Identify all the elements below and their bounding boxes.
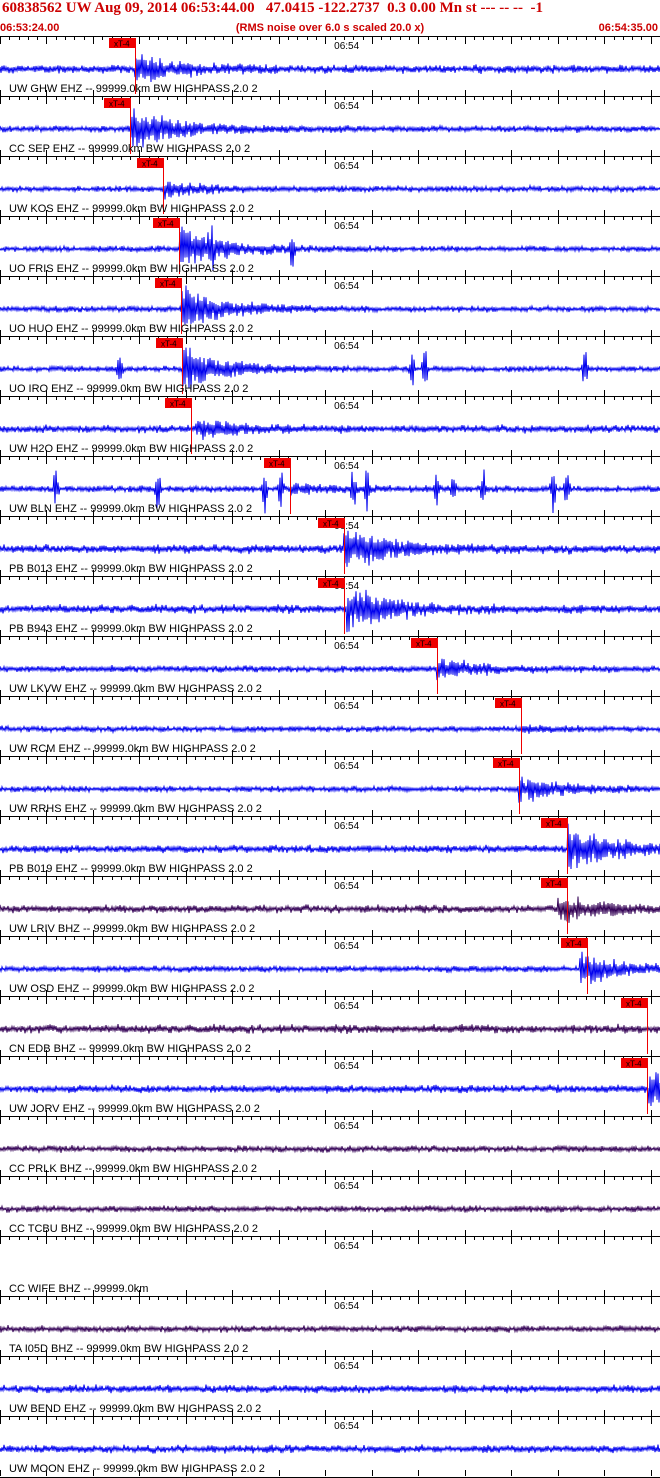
pick-label: xT-4	[498, 760, 514, 769]
minute-label: 06:54	[334, 41, 359, 52]
pick-label: xT-4	[170, 400, 186, 409]
waveform-trace	[0, 1144, 660, 1154]
pick-label: xT-4	[114, 40, 130, 49]
minute-label: 06:54	[334, 941, 359, 952]
station-label: TA I05D BHZ -- 99999.0km BW HIGHPASS 2.0…	[9, 1343, 248, 1355]
station-label: UW GHW EHZ -- 99999.0km BW HIGHPASS 2.0 …	[9, 83, 258, 95]
waveform-trace	[0, 181, 660, 200]
plot-header: 60838562 UW Aug 09, 2014 06:53:44.00 47.…	[0, 0, 660, 36]
station-label: UW BLN EHZ -- 99999.0km BW HIGHPASS 2.0 …	[9, 503, 252, 515]
minute-label: 06:54	[334, 401, 359, 412]
pick-label: xT-4	[158, 220, 174, 229]
minute-label: 06:54	[334, 281, 359, 292]
minute-label: 06:54	[334, 701, 359, 712]
waveform-trace	[0, 420, 660, 441]
waveform-trace	[0, 1384, 660, 1394]
station-label: PB B943 EHZ -- 99999.0km BW HIGHPASS 2.0…	[9, 623, 253, 635]
seismogram-plot: 06:54 xT-4 UW GHW EHZ -- 99999.0km BW HIGH…	[0, 36, 660, 1478]
station-label: CC SEP EHZ -- 99999.0km BW HIGHPASS 2.0 …	[9, 143, 250, 155]
waveform-trace	[0, 776, 660, 803]
minute-label: 06:54	[334, 161, 359, 172]
minute-label: 06:54	[334, 1001, 359, 1012]
waveform-trace	[0, 724, 660, 735]
station-label: UW LKVW EHZ -- 99999.0km BW HIGHPASS 2.0…	[9, 683, 262, 695]
station-label: UW BEND EHZ -- 99999.0km BW HIGHPASS 2.0…	[9, 1403, 261, 1415]
minute-label: 06:54	[334, 761, 359, 772]
pick-label: xT-4	[142, 160, 158, 169]
minute-label: 06:54	[334, 1301, 359, 1312]
pick-label: xT-4	[500, 700, 516, 709]
station-label: UW RCM EHZ -- 99999.0km BW HIGHPASS 2.0 …	[9, 743, 256, 755]
station-label: UW OSD EHZ -- 99999.0km BW HIGHPASS 2.0 …	[9, 983, 255, 995]
station-label: CC WIFE BHZ -- 99999.0km	[9, 1283, 148, 1295]
station-label: UW RRHS EHZ -- 99999.0km BW HIGHPASS 2.0…	[9, 803, 262, 815]
waveform-trace	[0, 1204, 660, 1214]
station-label: UO HUO EHZ -- 99999.0km BW HIGHPASS 2.0 …	[9, 323, 253, 335]
waveform-trace	[0, 1444, 660, 1454]
station-label: CC TCBU BHZ -- 99999.0km BW HIGHPASS 2.0…	[9, 1223, 258, 1235]
waveform-trace	[0, 1072, 660, 1107]
minute-label: 06:54	[334, 221, 359, 232]
pick-label: xT-4	[546, 820, 562, 829]
minute-label: 06:54	[334, 641, 359, 652]
pick-label: xT-4	[626, 1060, 642, 1069]
station-label: UW KOS EHZ -- 99999.0km BW HIGHPASS 2.0 …	[9, 203, 254, 215]
station-label: PB B013 EHZ -- 99999.0km BW HIGHPASS 2.0…	[9, 563, 253, 575]
waveform-trace	[0, 951, 660, 985]
station-label: UW MOON EHZ -- 99999.0km BW HIGHPASS 2.0…	[9, 1463, 265, 1475]
minute-label: 06:54	[334, 1121, 359, 1132]
waveform-trace	[0, 658, 660, 681]
pick-label: xT-4	[626, 1000, 642, 1009]
end-time-label: 06:54:35.00	[598, 22, 658, 34]
station-label: UO FRIS EHZ -- 99999.0km BW HIGHPASS 2.0…	[9, 263, 254, 275]
minute-label: 06:54	[334, 821, 359, 832]
station-label: CN EDB BHZ -- 99999.0km BW HIGHPASS 2.0 …	[9, 1043, 251, 1055]
waveform-trace	[0, 1023, 660, 1034]
waveform-trace	[0, 1324, 660, 1334]
pick-label: xT-4	[109, 100, 125, 109]
pick-label: xT-4	[269, 460, 285, 469]
pick-label: xT-4	[160, 280, 176, 289]
minute-label: 06:54	[334, 1061, 359, 1072]
event-title: 60838562 UW Aug 09, 2014 06:53:44.00 47.…	[2, 0, 543, 16]
station-label: UW LRIV BHZ -- 99999.0km BW HIGHPASS 2.0…	[9, 923, 255, 935]
station-label: UO IRO EHZ -- 99999.0km BW HIGHPASS 2.0 …	[9, 383, 248, 395]
station-label: PB B019 EHZ -- 99999.0km BW HIGHPASS 2.0…	[9, 863, 253, 875]
minute-label: 06:54	[334, 341, 359, 352]
pick-label: xT-4	[546, 880, 562, 889]
station-label: CC PRLK BHZ -- 99999.0km BW HIGHPASS 2.0…	[9, 1163, 257, 1175]
waveform-trace	[0, 896, 660, 923]
minute-label: 06:54	[334, 1181, 359, 1192]
pick-label: xT-4	[416, 640, 432, 649]
minute-label: 06:54	[334, 461, 359, 472]
pick-label: xT-4	[323, 580, 339, 589]
waveform-trace	[0, 285, 660, 325]
minute-label: 06:54	[334, 101, 359, 112]
minute-label: 06:54	[334, 1241, 359, 1252]
minute-label: 06:54	[334, 1421, 359, 1432]
waveform-trace	[0, 108, 660, 148]
station-label: UW H2O EHZ -- 99999.0km BW HIGHPASS 2.0 …	[9, 443, 253, 455]
noise-note: (RMS noise over 6.0 s scaled 20.0 x)	[235, 22, 425, 34]
station-label: UW JORV EHZ -- 99999.0km BW HIGHPASS 2.0…	[9, 1103, 260, 1115]
minute-label: 06:54	[334, 1361, 359, 1372]
pick-label: xT-4	[161, 340, 177, 349]
pick-label: xT-4	[323, 520, 339, 529]
waveform-trace	[0, 530, 660, 567]
waveform-trace	[0, 54, 660, 83]
minute-label: 06:54	[334, 881, 359, 892]
pick-label: xT-4	[566, 940, 582, 949]
